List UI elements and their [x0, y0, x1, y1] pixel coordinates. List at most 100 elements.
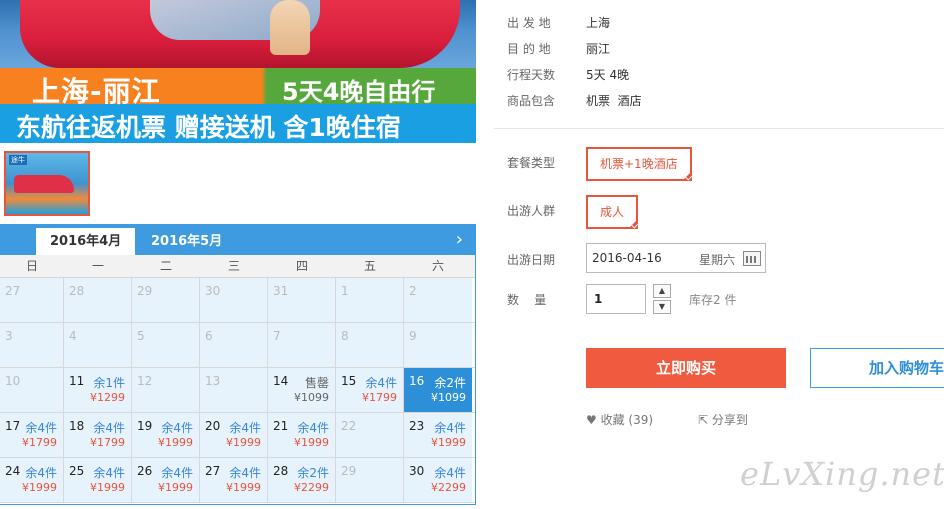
calendar-day-cell[interactable]: 28 余2件 ¥2299 — [268, 458, 336, 502]
calendar-day-cell: 13 — [200, 368, 268, 412]
calendar-day-cell[interactable]: 16 余2件 ¥1099 — [404, 368, 472, 412]
day-stock: 余2件 — [297, 466, 329, 480]
calendar-week-row: 27 28 29 30 31 1 2 — [0, 278, 475, 323]
weekday-header: 日一二三四五六 — [0, 255, 475, 278]
banner-person — [270, 0, 310, 55]
calendar-day-cell[interactable]: 30 余4件 ¥2299 — [404, 458, 472, 502]
day-number: 25 — [69, 464, 85, 478]
calendar-day-cell[interactable]: 26 余4件 ¥1999 — [132, 458, 200, 502]
calendar-day-cell[interactable]: 24 余4件 ¥1999 — [0, 458, 64, 502]
day-price: ¥1999 — [158, 481, 193, 494]
weekday-label: 一 — [91, 259, 104, 273]
calendar-grid: 27 28 29 30 31 1 2 3 4 5 6 7 8 9 10 11 余1件 ¥1299 12 13 14 售罄 ¥… — [0, 278, 475, 503]
calendar-day-cell: 22 — [336, 413, 404, 457]
travel-date-value: 2016-04-16 — [592, 251, 662, 265]
day-number: 4 — [69, 329, 77, 343]
day-price: ¥1999 — [158, 436, 193, 449]
traveler-option-button[interactable]: 成人 — [586, 195, 639, 229]
add-to-cart-button[interactable]: 加入购物车 — [810, 348, 944, 388]
weekday-label: 二 — [159, 259, 172, 273]
banner-days-title: 5天4晚自由行 — [282, 78, 436, 106]
day-number: 12 — [137, 374, 153, 388]
calendar-day-cell: 1 — [336, 278, 404, 322]
calendar-week-row: 3 4 5 6 7 8 9 — [0, 323, 475, 368]
day-price: ¥1999 — [294, 436, 329, 449]
day-number: 20 — [205, 419, 221, 433]
includes-value: 机票 酒店 — [586, 94, 642, 108]
day-stock: 余1件 — [93, 376, 125, 390]
destination-value: 丽江 — [586, 42, 611, 56]
price-calendar: 2016年4月 2016年5月 › 日一二三四五六 27 28 29 30 31 1 2 3 4… — [0, 224, 476, 505]
favorite-link[interactable]: ♥ 收藏 (39) — [586, 411, 653, 428]
day-price: ¥1999 — [22, 481, 57, 494]
day-price: ¥1299 — [90, 391, 125, 404]
calendar-day-cell[interactable]: 11 余1件 ¥1299 — [64, 368, 132, 412]
traveler-label: 出游人群 — [507, 204, 556, 218]
day-number: 23 — [409, 419, 425, 433]
day-price: ¥1799 — [90, 436, 125, 449]
day-number: 27 — [5, 284, 21, 298]
day-price: ¥1999 — [226, 436, 261, 449]
calendar-day-cell: 29 — [132, 278, 200, 322]
quantity-label: 数 量 — [507, 293, 547, 307]
day-price: ¥1999 — [431, 436, 466, 449]
quantity-increase-icon[interactable]: ▲ — [653, 284, 671, 298]
day-stock: 余2件 — [434, 376, 466, 390]
calendar-day-cell: 28 — [64, 278, 132, 322]
calendar-day-cell: 3 — [0, 323, 64, 367]
weekday-label: 四 — [295, 259, 308, 273]
day-stock: 余4件 — [161, 466, 193, 480]
day-number: 14 — [273, 374, 289, 388]
share-link[interactable]: ⇱ 分享到 — [698, 411, 748, 428]
package-option-button[interactable]: 机票+1晚酒店 — [586, 147, 692, 181]
calendar-day-cell[interactable]: 23 余4件 ¥1999 — [404, 413, 472, 457]
day-price: ¥1099 — [431, 391, 466, 404]
calendar-day-cell[interactable]: 18 余4件 ¥1799 — [64, 413, 132, 457]
calendar-day-cell: 2 — [404, 278, 472, 322]
calendar-day-cell: 10 — [0, 368, 64, 412]
calendar-day-cell[interactable]: 21 余4件 ¥1999 — [268, 413, 336, 457]
day-number: 22 — [341, 419, 357, 433]
banner-subtitle: 东航往返机票 赠接送机 含1晚住宿 — [16, 113, 401, 142]
day-number: 16 — [409, 374, 425, 388]
calendar-day-cell[interactable]: 20 余4件 ¥1999 — [200, 413, 268, 457]
day-number: 7 — [273, 329, 281, 343]
calendar-day-cell[interactable]: 17 余4件 ¥1799 — [0, 413, 64, 457]
quantity-decrease-icon[interactable]: ▼ — [653, 300, 671, 314]
calendar-header: 2016年4月 2016年5月 › — [0, 225, 475, 255]
calendar-day-cell[interactable]: 19 余4件 ¥1999 — [132, 413, 200, 457]
quantity-input[interactable]: 1 — [586, 284, 646, 314]
calendar-day-cell: 5 — [132, 323, 200, 367]
calendar-day-cell[interactable]: 14 售罄 ¥1099 — [268, 368, 336, 412]
calendar-day-cell[interactable]: 15 余4件 ¥1799 — [336, 368, 404, 412]
tab-may[interactable]: 2016年5月 — [137, 228, 236, 255]
site-watermark: eLvXing.net — [740, 455, 944, 493]
calendar-day-cell: 30 — [200, 278, 268, 322]
day-stock: 余4件 — [434, 466, 466, 480]
day-number: 28 — [273, 464, 289, 478]
calendar-day-cell: 6 — [200, 323, 268, 367]
next-month-arrow-icon[interactable]: › — [456, 230, 463, 250]
calendar-day-cell[interactable]: 27 余4件 ¥1999 — [200, 458, 268, 502]
gallery-thumbnail[interactable]: 途牛 — [4, 151, 90, 216]
day-stock: 余4件 — [229, 421, 261, 435]
favorite-label: 收藏 (39) — [600, 413, 654, 427]
calendar-day-cell: 27 — [0, 278, 64, 322]
quantity-value: 1 — [594, 292, 603, 306]
tab-april[interactable]: 2016年4月 — [36, 228, 136, 255]
day-number: 24 — [5, 464, 21, 478]
thumbnail-car — [14, 175, 74, 193]
day-number: 21 — [273, 419, 289, 433]
heart-icon: ♥ — [586, 413, 597, 427]
departure-value: 上海 — [586, 16, 611, 30]
share-icon: ⇱ — [698, 413, 709, 427]
travel-date-input[interactable]: 2016-04-16 星期六 — [586, 243, 766, 273]
calendar-week-row: 24 余4件 ¥1999 25 余4件 ¥1999 26 余4件 ¥1999 27 余4件 ¥1999… — [0, 458, 475, 503]
buy-now-button[interactable]: 立即购买 — [586, 348, 786, 388]
calendar-day-cell[interactable]: 25 余4件 ¥1999 — [64, 458, 132, 502]
calendar-icon[interactable] — [743, 251, 761, 266]
day-stock: 余4件 — [25, 466, 57, 480]
day-number: 30 — [205, 284, 221, 298]
calendar-day-cell: 29 — [336, 458, 404, 502]
day-price: ¥2299 — [294, 481, 329, 494]
